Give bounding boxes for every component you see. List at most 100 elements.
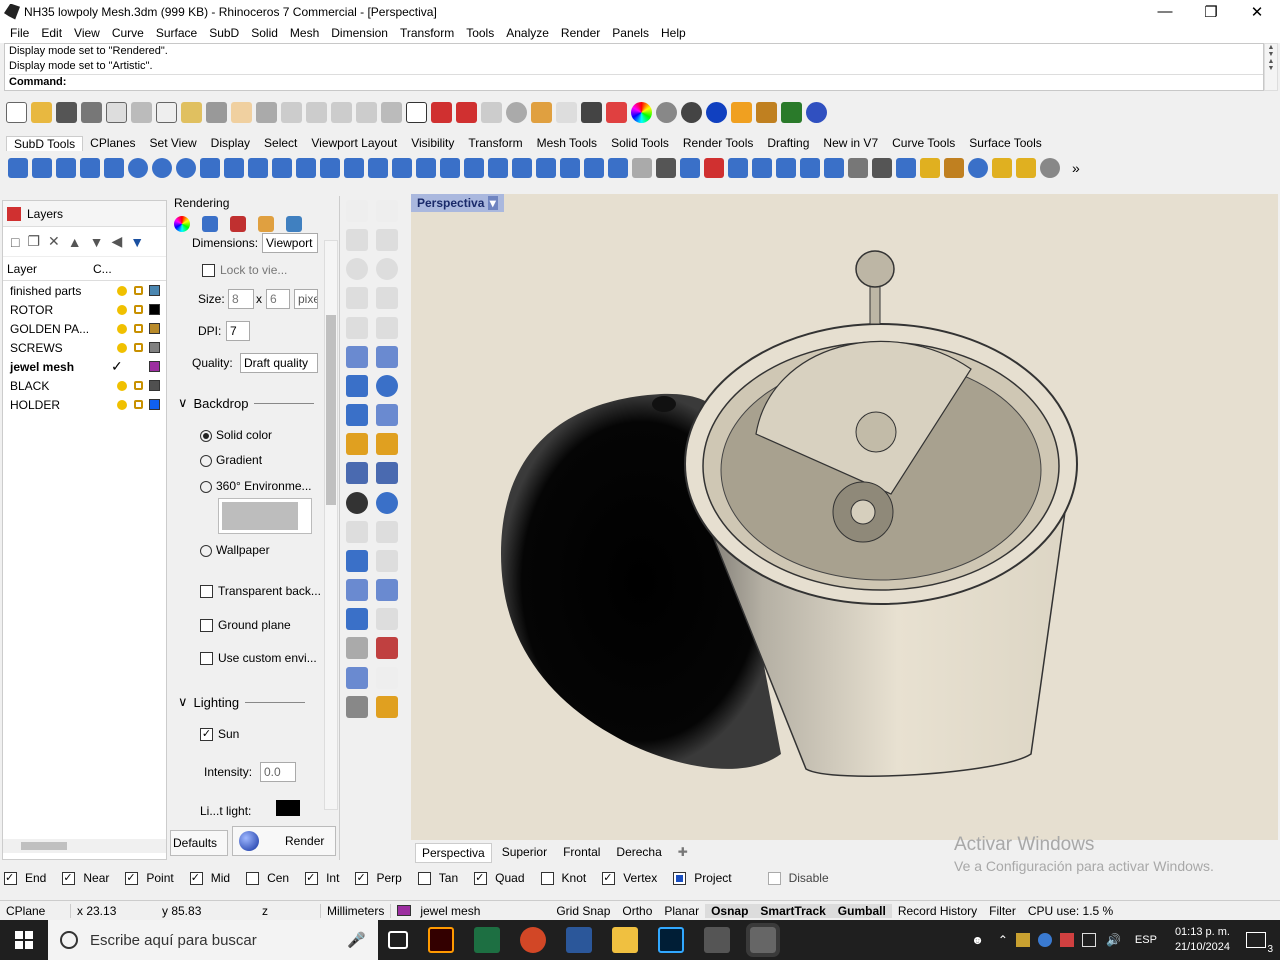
smarttrack-toggle[interactable]: SmartTrack bbox=[754, 903, 832, 918]
zoom-icon[interactable] bbox=[281, 101, 302, 123]
curve-icon[interactable] bbox=[376, 229, 398, 252]
defaults-button[interactable]: Defaults bbox=[170, 830, 228, 856]
save-icon[interactable] bbox=[56, 101, 77, 123]
tab-new-in-v7[interactable]: New in V7 bbox=[816, 136, 885, 150]
layer-row[interactable]: HOLDER bbox=[3, 395, 166, 414]
gumball-toggle[interactable]: Gumball bbox=[831, 903, 892, 918]
osnap-point-checkbox[interactable]: ✓ Point bbox=[125, 871, 181, 885]
lock-icon[interactable] bbox=[134, 381, 143, 390]
color-wheel-icon[interactable] bbox=[631, 101, 652, 123]
history-scrollbar[interactable]: ▲ ▼ ▲ ▼ bbox=[1264, 43, 1278, 91]
layers-tab-title[interactable]: Layers bbox=[27, 207, 63, 221]
ellipse-icon[interactable] bbox=[376, 258, 398, 281]
lock-icon[interactable] bbox=[581, 101, 602, 123]
subd-offset-icon[interactable] bbox=[512, 158, 532, 178]
subd-torus-icon[interactable] bbox=[176, 158, 196, 178]
render-button[interactable]: Render bbox=[232, 826, 336, 856]
dimension-icon[interactable] bbox=[376, 608, 398, 631]
light-bulb-icon[interactable] bbox=[117, 285, 127, 296]
surface-corner-icon[interactable] bbox=[346, 345, 368, 368]
viewport-tab-frontal[interactable]: Frontal bbox=[557, 843, 606, 863]
zoom-window-icon[interactable] bbox=[306, 101, 327, 123]
osnap-cen-checkbox[interactable]: Cen bbox=[246, 871, 297, 885]
layer-color-swatch[interactable] bbox=[149, 342, 160, 353]
close-button[interactable]: ✕ bbox=[1234, 0, 1280, 23]
tab-subd-tools[interactable]: SubD Tools bbox=[6, 135, 84, 151]
layer-color-swatch[interactable] bbox=[149, 323, 160, 334]
notifications-icon[interactable]: 3 bbox=[1246, 932, 1273, 955]
file-explorer-icon[interactable] bbox=[612, 927, 638, 953]
microphone-icon[interactable]: 🎤 bbox=[347, 931, 366, 949]
osnap-mid-checkbox[interactable]: ✓ Mid bbox=[189, 871, 238, 885]
ortho-toggle[interactable]: Ortho bbox=[616, 904, 658, 918]
zoom-selected-icon[interactable] bbox=[356, 101, 377, 123]
start-windows-icon[interactable] bbox=[0, 931, 48, 949]
size-width-input[interactable]: 8 bbox=[228, 289, 254, 309]
lock-icon[interactable] bbox=[134, 324, 143, 333]
properties-icon[interactable] bbox=[531, 101, 552, 123]
lock-to-viewport-checkbox[interactable]: Lock to vie... bbox=[202, 263, 287, 278]
layer-row[interactable]: GOLDEN PA... bbox=[3, 319, 166, 338]
flow-icon[interactable] bbox=[376, 579, 398, 602]
viewport-tab-derecha[interactable]: Derecha bbox=[610, 843, 667, 863]
print-icon[interactable] bbox=[81, 101, 102, 123]
menu-view[interactable]: View bbox=[68, 26, 106, 40]
solid-color-radio[interactable]: Solid color bbox=[200, 428, 272, 442]
options-gear-icon[interactable] bbox=[756, 101, 777, 123]
excel-icon[interactable] bbox=[474, 927, 500, 953]
tab-transform[interactable]: Transform bbox=[461, 136, 529, 150]
subd-sweep-icon[interactable] bbox=[248, 158, 268, 178]
filter-icon[interactable]: ▼ bbox=[130, 234, 144, 250]
new-layer-icon[interactable]: □ bbox=[11, 234, 19, 250]
tray-chevron-icon[interactable]: ⌃ bbox=[998, 933, 1008, 947]
viewport-title[interactable]: Perspectiva ▾ bbox=[411, 194, 504, 212]
four-viewports-icon[interactable] bbox=[406, 101, 427, 123]
cplane-label[interactable]: CPlane bbox=[0, 904, 70, 918]
menu-analyze[interactable]: Analyze bbox=[500, 26, 555, 40]
record-history-toggle[interactable]: Record History bbox=[892, 904, 983, 918]
perspective-viewport[interactable]: Perspectiva ▾ bbox=[411, 194, 1278, 840]
copy-move-icon[interactable] bbox=[376, 520, 398, 543]
osnap-vertex-checkbox[interactable]: ✓ Vertex bbox=[602, 871, 665, 885]
cylinder-icon[interactable] bbox=[346, 404, 368, 427]
minimize-button[interactable]: — bbox=[1142, 0, 1188, 23]
surface-analysis-icon[interactable] bbox=[346, 666, 368, 689]
subd-cylinder-mesh-icon[interactable] bbox=[104, 158, 124, 178]
target-icon[interactable] bbox=[506, 101, 527, 123]
command-prompt[interactable]: Command: bbox=[9, 74, 1263, 90]
transparent-background-checkbox[interactable]: Transparent back... bbox=[200, 584, 321, 599]
clock[interactable]: 01:13 p. m. 21/10/2024 bbox=[1175, 925, 1230, 955]
sun-icon[interactable] bbox=[731, 101, 752, 123]
menu-tools[interactable]: Tools bbox=[460, 26, 500, 40]
subd-reflect-icon[interactable] bbox=[728, 158, 748, 178]
tab-set-view[interactable]: Set View bbox=[143, 136, 204, 150]
subd-extrude-icon[interactable] bbox=[344, 158, 364, 178]
ungroup-icon[interactable] bbox=[376, 491, 398, 514]
rhino-taskbar-icon[interactable] bbox=[746, 923, 780, 957]
illustrator-icon[interactable] bbox=[428, 927, 454, 953]
subd-list-icon[interactable] bbox=[848, 158, 868, 178]
quality-select[interactable]: Draft quality bbox=[240, 353, 318, 373]
subd-cylinder-icon[interactable] bbox=[32, 158, 52, 178]
osnap-knot-checkbox[interactable]: Knot bbox=[540, 871, 595, 885]
osnap-tan-checkbox[interactable]: Tan bbox=[417, 871, 466, 885]
tab-mesh-tools[interactable]: Mesh Tools bbox=[530, 136, 604, 150]
subd-cone-icon[interactable] bbox=[56, 158, 76, 178]
tab-drafting[interactable]: Drafting bbox=[760, 136, 816, 150]
delete-layer-icon[interactable]: ✕ bbox=[48, 233, 60, 250]
volume-icon[interactable]: 🔊 bbox=[1106, 933, 1121, 947]
subd-globe-icon[interactable] bbox=[968, 158, 988, 178]
layer-name[interactable]: ROTOR bbox=[3, 303, 111, 317]
import-icon[interactable] bbox=[106, 101, 127, 123]
task-view-icon[interactable] bbox=[388, 931, 408, 949]
subd-crease-icon[interactable] bbox=[392, 158, 412, 178]
check-icon[interactable] bbox=[376, 666, 398, 689]
subd-flatten-icon[interactable] bbox=[776, 158, 796, 178]
osnap-end-checkbox[interactable]: ✓ End bbox=[4, 871, 54, 885]
layer-name[interactable]: GOLDEN PA... bbox=[3, 322, 111, 336]
layer-color-swatch[interactable] bbox=[149, 304, 160, 315]
size-height-input[interactable]: 6 bbox=[266, 289, 290, 309]
render-material-icon[interactable] bbox=[230, 216, 246, 232]
layer-row[interactable]: ROTOR bbox=[3, 300, 166, 319]
gradient-radio[interactable]: Gradient bbox=[200, 453, 262, 467]
